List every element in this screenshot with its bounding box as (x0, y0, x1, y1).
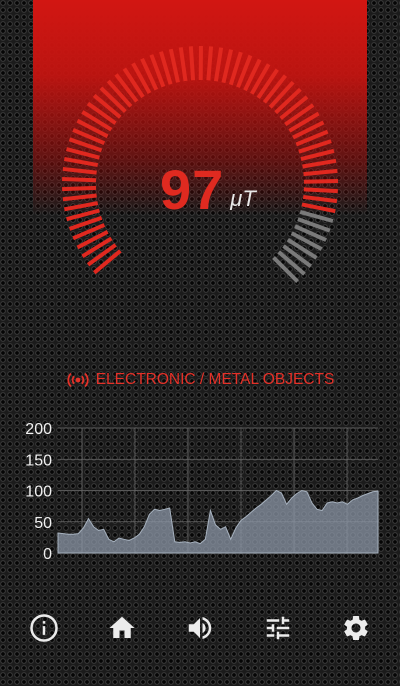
gauge-tick (300, 148, 335, 161)
gear-icon (344, 616, 368, 640)
y-tick-label: 150 (25, 452, 52, 469)
field-history-chart: 200 150 100 50 0 (25, 421, 379, 563)
gauge-tick (86, 243, 117, 267)
detection-status: ELECTRONIC / METAL OBJECTS (0, 368, 400, 392)
calibration-button[interactable] (256, 606, 300, 650)
gauge-tick (279, 95, 309, 120)
gauge-tick (302, 194, 338, 204)
gauge-tick (65, 147, 100, 160)
gauge-tick (262, 74, 288, 104)
gauge-tick (63, 156, 99, 168)
gauge-tick (213, 47, 224, 82)
gauge-tick (206, 46, 214, 81)
info-icon (30, 614, 58, 642)
gauge-tick (188, 46, 196, 81)
gauge-tick (302, 158, 337, 169)
gauge-tick (301, 202, 336, 214)
volume-icon (188, 617, 212, 639)
home-button[interactable] (100, 606, 144, 650)
gauge-tick (268, 80, 295, 109)
gauge-tick (274, 87, 302, 115)
y-tick-label: 50 (34, 515, 52, 532)
sound-button[interactable] (178, 606, 222, 650)
gauge-tick (277, 250, 306, 276)
gauge-tick (221, 49, 234, 84)
field-reading: 97 μT (160, 148, 280, 218)
gauge-tick (272, 256, 299, 283)
gauge-tick (66, 208, 100, 222)
info-button[interactable] (22, 606, 66, 650)
gauge-tick (99, 86, 127, 114)
gauge-tick (62, 166, 97, 175)
detection-status-label: ELECTRONIC / METAL OBJECTS (95, 371, 335, 388)
broadcast-icon (67, 372, 89, 388)
gauge-tick (114, 73, 139, 103)
gauge-tick (62, 193, 97, 202)
y-tick-label: 200 (25, 421, 52, 438)
home-icon (109, 616, 135, 638)
gauge-tick (303, 187, 338, 194)
y-tick-label: 0 (43, 546, 52, 563)
gauge-tick (86, 101, 117, 125)
gauge-tick (62, 185, 97, 192)
gauge-tick (303, 178, 339, 184)
gauge-tick (303, 168, 338, 177)
gauge-tick (62, 177, 97, 183)
y-tick-label: 100 (25, 484, 52, 501)
field-value: 97 (160, 158, 225, 221)
gauge-tick (282, 244, 312, 268)
gauge-tick (106, 79, 133, 108)
gauge-tick (92, 93, 122, 119)
settings-button[interactable] (334, 606, 378, 650)
bottom-nav (0, 606, 400, 650)
field-unit: μT (230, 186, 256, 211)
sliders-icon (266, 616, 290, 640)
gauge-tick (93, 249, 122, 275)
gauge-tick (168, 48, 180, 83)
gauge-tick (63, 201, 99, 212)
gauge-tick (178, 47, 188, 82)
